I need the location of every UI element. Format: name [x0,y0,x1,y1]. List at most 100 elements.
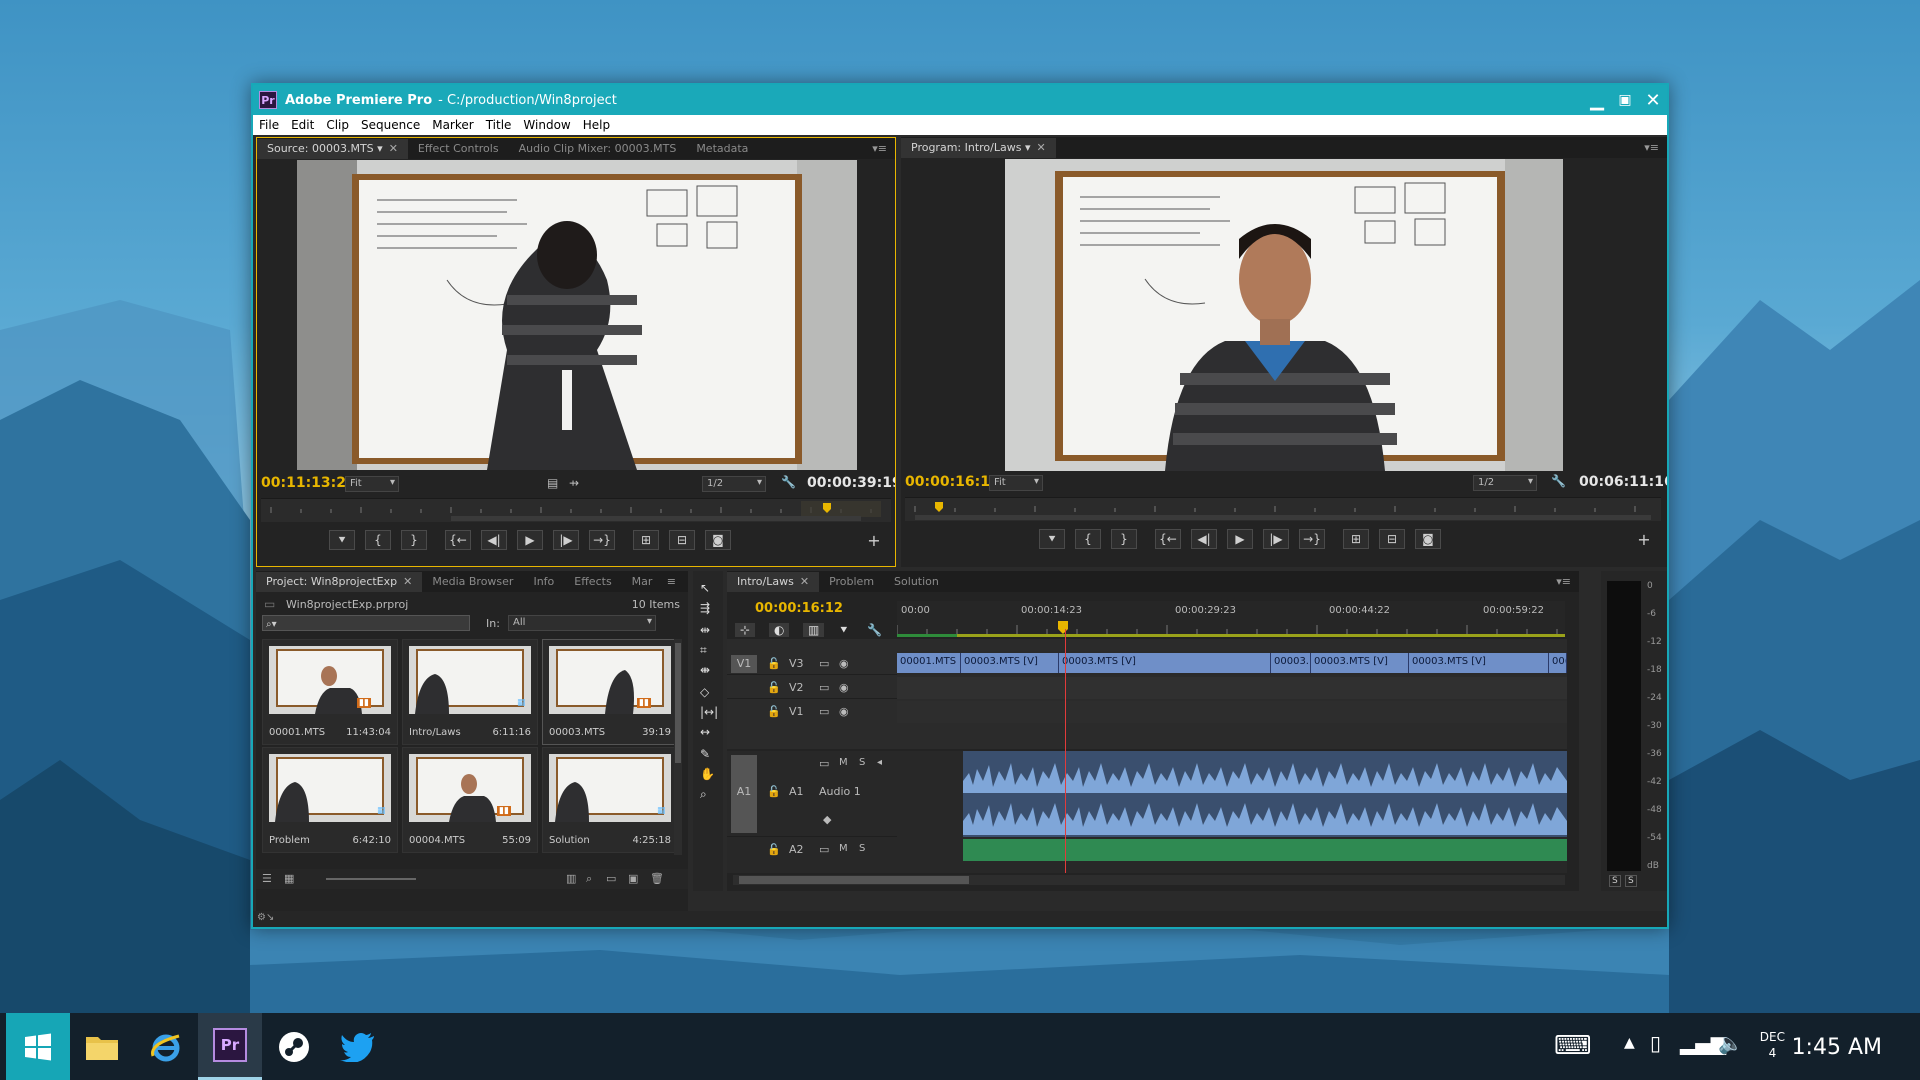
maximize-button[interactable]: ▣ [1611,87,1639,113]
taskbar-twitter[interactable] [326,1013,390,1080]
nest-icon[interactable]: ▥ [803,623,825,637]
taskbar-steam[interactable] [262,1013,326,1080]
scrollbar-thumb[interactable] [739,876,969,884]
timeline-timecode[interactable]: 00:00:16:12 [755,601,843,616]
project-sequence-item[interactable]: ▦ Intro/Laws 6:11:16 [402,639,538,745]
taskbar-date[interactable]: DEC 4 [1760,1029,1785,1061]
timeline-clip[interactable]: 00( [1549,653,1567,673]
play-button[interactable]: ▶ [517,530,543,550]
new-item-icon[interactable]: ▣ [628,872,638,885]
tab-sequence-problem[interactable]: Problem [819,572,884,592]
source-patch-v1[interactable]: V1 [731,655,757,673]
icon-view-icon[interactable]: ▦ [284,872,294,885]
tab-sequence-intro-laws[interactable]: Intro/Laws ✕ [727,572,820,592]
timeline-ruler[interactable]: 00:00 00:00:14:23 00:00:29:23 00:00:44:2… [897,601,1565,637]
zoom-tool[interactable]: ⌕ [700,787,707,802]
overwrite-button[interactable]: ⊟ [669,530,695,550]
keyboard-icon[interactable]: ⌨ [1554,1031,1592,1061]
meter-solo-left[interactable]: S [1609,875,1621,887]
volume-icon[interactable]: 🔈 [1718,1031,1743,1055]
button-editor-button[interactable]: + [1631,529,1657,549]
program-time-ruler[interactable] [905,497,1661,521]
mark-in-button[interactable]: { [1075,529,1101,549]
in-filter-dropdown[interactable]: All [508,615,656,631]
timeline-clip[interactable]: 00003.MTS [V] [1311,653,1409,673]
project-sequence-item[interactable]: ▦ Problem 6:42:10 [262,747,398,853]
export-frame-button[interactable]: ◙ [705,530,731,550]
slip-tool[interactable]: |↔| [700,705,718,719]
menu-help[interactable]: Help [583,118,610,132]
eye-icon[interactable]: ◉ [839,681,849,694]
lock-icon[interactable]: 🔓 [767,681,781,694]
lock-icon[interactable]: 🔓 [767,843,781,856]
add-marker-button[interactable]: ⯆ [329,530,355,550]
list-view-icon[interactable]: ☰ [262,872,272,885]
project-search-input[interactable]: ⌕▾ [262,615,470,631]
play-button[interactable]: ▶ [1227,529,1253,549]
razor-tool[interactable]: ◇ [700,685,709,699]
project-scrollbar[interactable] [674,639,682,855]
mark-out-button[interactable]: } [401,530,427,550]
eye-icon[interactable]: ◉ [839,705,849,718]
program-zoom-dropdown[interactable]: Fit [989,475,1043,491]
source-time-ruler[interactable] [261,498,891,522]
playhead[interactable] [1065,629,1066,873]
insert-button[interactable]: ⊞ [633,530,659,550]
timeline-clip[interactable]: 00003.MTS [V] [961,653,1059,673]
pen-tool[interactable]: ✎ [700,747,710,761]
tab-media-browser[interactable]: Media Browser [422,572,523,592]
taskbar-internet-explorer[interactable] [134,1013,198,1080]
button-editor-button[interactable]: + [861,530,887,550]
minimize-button[interactable]: ▁ [1583,87,1611,113]
tab-source[interactable]: Source: 00003.MTS ▾ ✕ [257,139,408,159]
menu-window[interactable]: Window [523,118,570,132]
timeline-clip[interactable]: 00003. [1271,653,1311,673]
track-header-v1[interactable]: 🔓 V1 ▭ ◉ [727,701,897,723]
timeline-settings-icon[interactable]: 🔧 [867,623,882,637]
track-select-tool[interactable]: ⇶ [700,601,710,615]
battery-icon[interactable]: ▯ [1650,1031,1661,1055]
trash-icon[interactable]: 🗑 [650,872,664,885]
menu-marker[interactable]: Marker [432,118,473,132]
source-zoom-dropdown[interactable]: Fit [345,476,399,492]
close-tab-icon[interactable]: ✕ [1037,141,1046,154]
mute-button[interactable]: M [839,843,848,854]
tab-info[interactable]: Info [523,572,564,592]
project-clip-item[interactable]: ▮▮ 00001.MTS 11:43:04 [262,639,398,745]
toggle-sync-icon[interactable]: ▭ [819,757,829,770]
toggle-output-icon[interactable]: ▭ [819,681,829,694]
snap-icon[interactable]: ⊹ [735,623,756,637]
a2-audio-clip[interactable] [963,839,1567,861]
ripple-edit-tool[interactable]: ⇹ [700,623,710,637]
lock-icon[interactable]: 🔓 [767,657,781,670]
source-resolution-dropdown[interactable]: 1/2 [702,476,766,492]
source-patch-a1[interactable]: A1 [731,755,757,833]
timeline-clip[interactable]: 00003.MTS [V] [1059,653,1271,673]
new-bin-icon[interactable]: ▭ [606,872,616,885]
track-header-v3[interactable]: V1 🔓 V3 ▭ ◉ [727,653,897,675]
hand-tool[interactable]: ✋ [700,767,715,781]
insert-clip-icon[interactable]: ▤ [547,476,558,490]
tab-effects[interactable]: Effects [564,572,621,592]
go-to-in-button[interactable]: {← [1155,529,1181,549]
track-header-a2[interactable]: 🔓 A2 ▭ M S [727,839,897,861]
drag-audio-icon[interactable]: ⇸ [569,476,579,490]
panel-menu-icon[interactable]: ▾≡ [872,142,887,155]
taskbar-premiere[interactable]: Pr [198,1013,262,1080]
program-current-timecode[interactable]: 00:00:16:12 [905,474,1000,490]
keyframe-icon[interactable]: ◆ [823,813,831,826]
solo-button[interactable]: S [859,843,865,854]
export-frame-button[interactable]: ◙ [1415,529,1441,549]
project-clip-item[interactable]: ▮▮ 00003.MTS 39:19 [542,639,678,745]
panel-menu-icon[interactable]: ▾≡ [1644,141,1659,154]
wrench-icon[interactable]: 🔧 [1551,474,1566,488]
meter-solo-right[interactable]: S [1625,875,1637,887]
timeline-clip[interactable]: 00001.MTS [897,653,961,673]
step-back-button[interactable]: ◀| [481,530,507,550]
tab-audio-clip-mixer[interactable]: Audio Clip Mixer: 00003.MTS [509,139,687,159]
toggle-sync-icon[interactable]: ▭ [819,843,829,856]
tab-program[interactable]: Program: Intro/Laws ▾ ✕ [901,138,1056,158]
automate-to-sequence-icon[interactable]: ▥ [566,872,576,885]
panel-menu-icon[interactable]: ▾≡ [1556,575,1571,588]
taskbar-clock[interactable]: 1:45 AM [1792,1035,1882,1060]
